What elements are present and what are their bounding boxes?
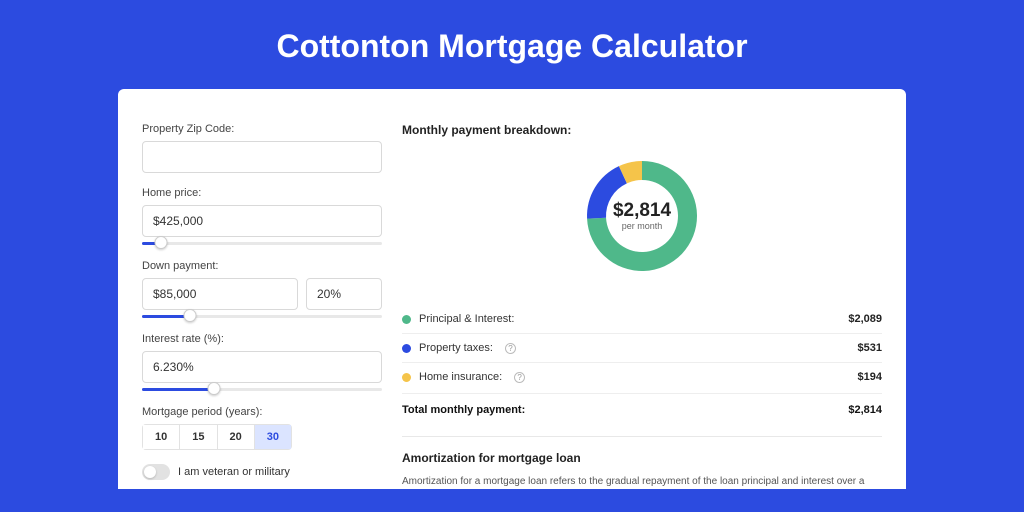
rate-slider-thumb[interactable] <box>208 382 221 395</box>
legend-label: Property taxes: <box>419 342 493 354</box>
period-field: Mortgage period (years): 10152030 <box>142 406 382 450</box>
rate-field: Interest rate (%): <box>142 333 382 392</box>
period-btn-15[interactable]: 15 <box>180 425 217 449</box>
veteran-row: I am veteran or military <box>142 464 382 480</box>
legend-label: Principal & Interest: <box>419 313 514 325</box>
zip-input[interactable] <box>142 141 382 173</box>
breakdown-title: Monthly payment breakdown: <box>402 123 882 137</box>
total-row: Total monthly payment: $2,814 <box>402 393 882 432</box>
total-value: $2,814 <box>848 404 882 416</box>
down-pct-input[interactable] <box>306 278 382 310</box>
down-label: Down payment: <box>142 260 382 272</box>
zip-field: Property Zip Code: <box>142 123 382 173</box>
price-slider-thumb[interactable] <box>155 236 168 249</box>
info-icon[interactable]: ? <box>505 343 516 354</box>
rate-slider[interactable] <box>142 386 382 392</box>
legend-row-1: Property taxes:? $531 <box>402 334 882 363</box>
page-title: Cottonton Mortgage Calculator <box>0 0 1024 89</box>
price-field: Home price: <box>142 187 382 246</box>
amortization-title: Amortization for mortgage loan <box>402 451 882 465</box>
legend-dot-icon <box>402 344 411 353</box>
breakdown-panel: Monthly payment breakdown: $2,814per mon… <box>402 123 882 489</box>
legend-value: $2,089 <box>848 313 882 325</box>
down-slider[interactable] <box>142 313 382 319</box>
period-btn-20[interactable]: 20 <box>218 425 255 449</box>
rate-input[interactable] <box>142 351 382 383</box>
legend-label: Home insurance: <box>419 371 502 383</box>
down-amount-input[interactable] <box>142 278 298 310</box>
donut-center-amount: $2,814 <box>613 200 672 221</box>
period-btn-30[interactable]: 30 <box>255 425 291 449</box>
down-slider-thumb[interactable] <box>184 309 197 322</box>
veteran-label: I am veteran or military <box>178 466 290 478</box>
inputs-panel: Property Zip Code: Home price: Down paym… <box>142 123 382 489</box>
price-input[interactable] <box>142 205 382 237</box>
donut-chart: $2,814per month <box>402 151 882 281</box>
zip-label: Property Zip Code: <box>142 123 382 135</box>
info-icon[interactable]: ? <box>514 372 525 383</box>
total-label: Total monthly payment: <box>402 404 525 416</box>
amortization-body: Amortization for a mortgage loan refers … <box>402 475 882 489</box>
down-field: Down payment: <box>142 260 382 319</box>
veteran-toggle[interactable] <box>142 464 170 480</box>
donut-center-sub: per month <box>622 221 663 231</box>
period-btn-10[interactable]: 10 <box>143 425 180 449</box>
legend-value: $531 <box>858 342 882 354</box>
legend-row-2: Home insurance:? $194 <box>402 363 882 391</box>
legend-dot-icon <box>402 373 411 382</box>
divider <box>402 436 882 437</box>
legend-dot-icon <box>402 315 411 324</box>
period-label: Mortgage period (years): <box>142 406 382 418</box>
period-buttons: 10152030 <box>142 424 292 450</box>
price-slider[interactable] <box>142 240 382 246</box>
legend-value: $194 <box>858 371 882 383</box>
calculator-card: Property Zip Code: Home price: Down paym… <box>118 89 906 489</box>
rate-label: Interest rate (%): <box>142 333 382 345</box>
legend-row-0: Principal & Interest: $2,089 <box>402 305 882 334</box>
price-label: Home price: <box>142 187 382 199</box>
